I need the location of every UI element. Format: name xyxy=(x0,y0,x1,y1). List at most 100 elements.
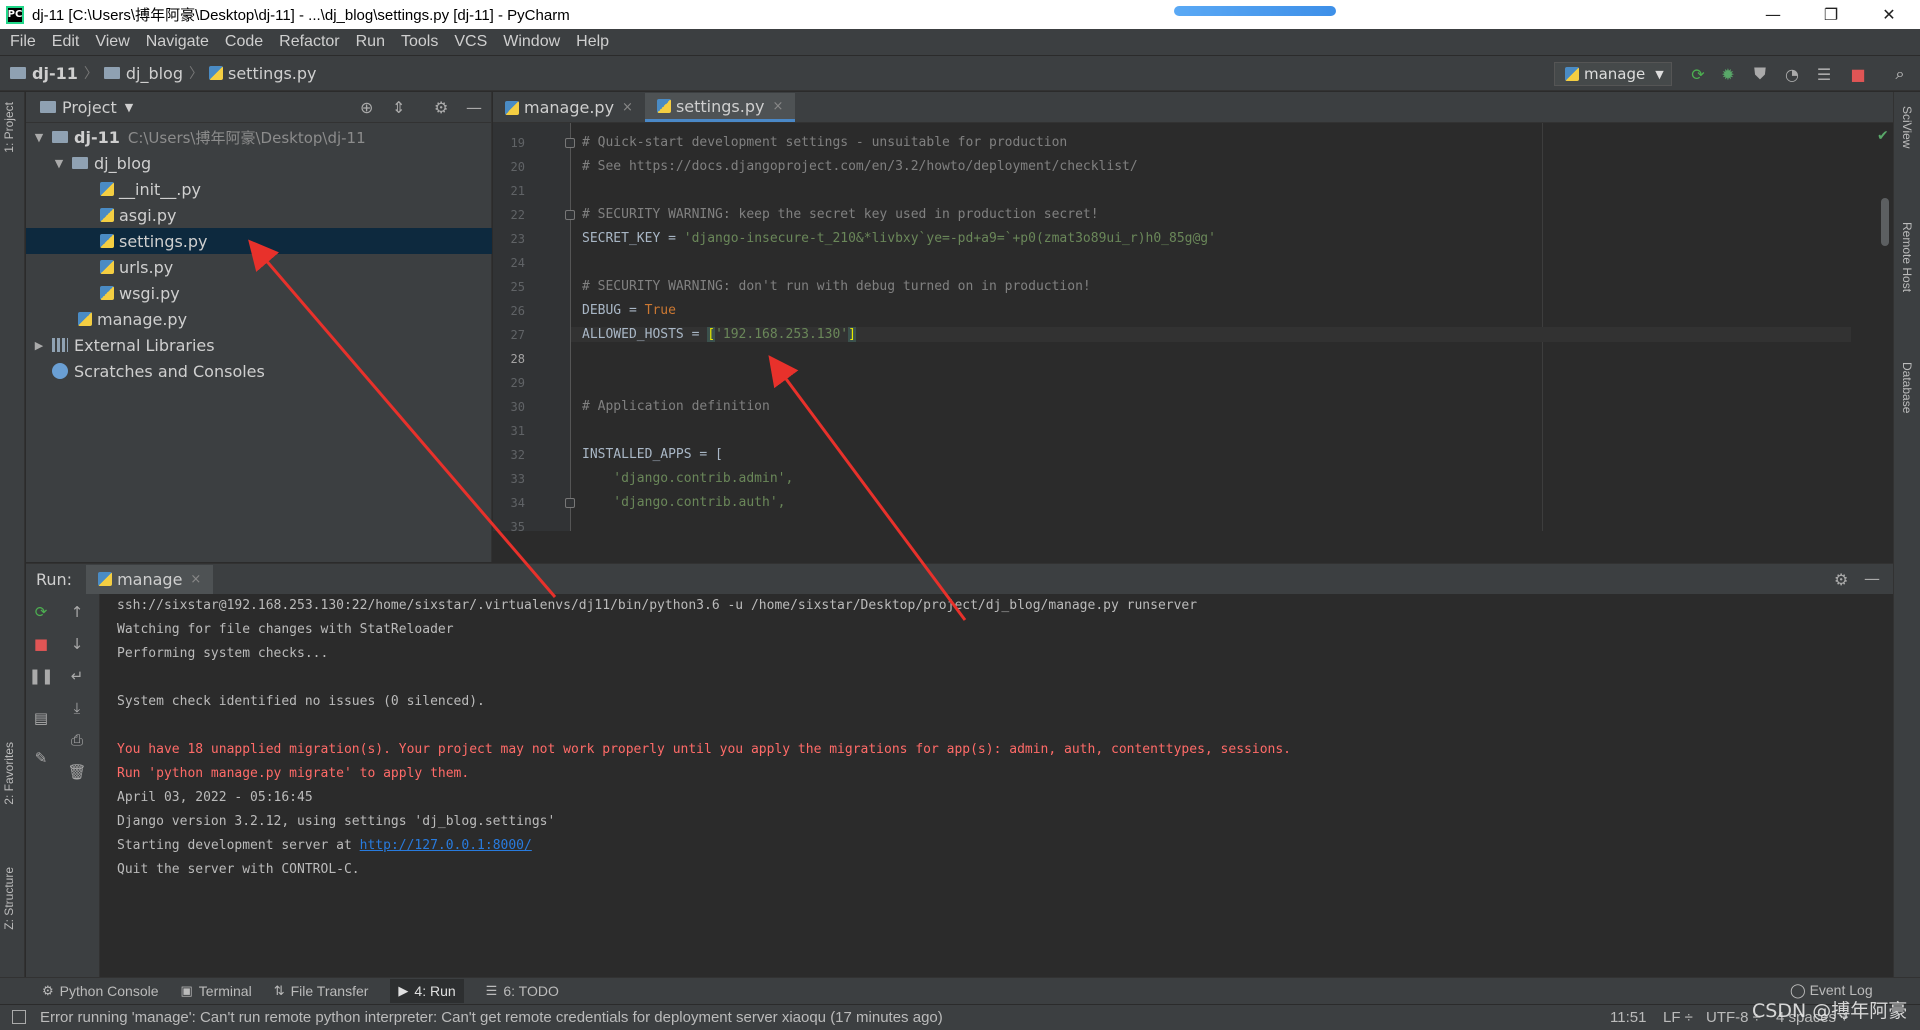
close-icon[interactable]: × xyxy=(772,99,783,114)
menu-window[interactable]: Window xyxy=(495,33,568,51)
coverage-shield-icon[interactable]: ⛊ xyxy=(1750,64,1770,84)
tree-item-urls-py[interactable]: urls.py xyxy=(26,254,492,280)
menu-code[interactable]: Code xyxy=(217,33,271,51)
tab-todo[interactable]: ☰ 6: TODO xyxy=(486,983,559,999)
project-panel-header: Project ▼ ⊕ ⇕ ⚙ — xyxy=(26,92,491,123)
pause-icon[interactable]: ❚❚ xyxy=(28,666,53,686)
tab-file-transfer[interactable]: ⇅ File Transfer xyxy=(274,983,369,999)
code-comment[interactable]: # SECURITY WARNING: keep the secret key … xyxy=(582,207,1099,222)
code-allowed-hosts[interactable]: ALLOWED_HOSTS = ['192.168.253.130'] xyxy=(571,327,1851,342)
minimize-button[interactable]: — xyxy=(1744,0,1802,29)
tree-item-dj-blog[interactable]: ▼ dj_blog xyxy=(26,150,492,176)
server-url-link[interactable]: http://127.0.0.1:8000/ xyxy=(360,838,532,853)
tree-item-wsgi-py[interactable]: wsgi.py xyxy=(26,280,492,306)
code-debug[interactable]: DEBUG = True xyxy=(582,303,676,318)
code-secret-key[interactable]: SECRET_KEY = 'django-insecure-t_210&*liv… xyxy=(582,231,1216,246)
console-line: Quit the server with CONTROL-C. xyxy=(117,862,360,877)
fold-marker-icon[interactable] xyxy=(565,210,575,220)
breadcrumb-project[interactable]: dj-11 xyxy=(32,64,78,83)
restore-button[interactable]: ❐ xyxy=(1802,0,1860,29)
line-separator[interactable]: LF ÷ xyxy=(1663,1009,1693,1026)
tree-item-dj-11[interactable]: ▼ dj-11 C:\Users\搏年阿豪\Desktop\dj-11 xyxy=(26,124,492,150)
search-icon[interactable]: ⌕ xyxy=(1890,64,1910,84)
tab-python-console[interactable]: ⚙ Python Console xyxy=(42,983,159,999)
code-comment[interactable]: # See https://docs.djangoproject.com/en/… xyxy=(582,159,1138,174)
breadcrumb-folder[interactable]: dj_blog xyxy=(126,64,183,83)
debug-bug-icon[interactable]: ✹ xyxy=(1718,64,1738,84)
tab-run[interactable]: ▶ 4: Run xyxy=(390,979,464,1003)
pin-icon[interactable]: ✎ xyxy=(31,748,51,768)
tab-sciview[interactable]: SciView xyxy=(1900,106,1914,148)
status-message[interactable]: Error running 'manage': Can't run remote… xyxy=(40,1009,943,1026)
expand-arrow-icon[interactable]: ▼ xyxy=(32,131,46,144)
code-comment[interactable]: # Quick-start development settings - uns… xyxy=(582,135,1067,150)
project-panel-title[interactable]: Project xyxy=(62,98,117,117)
arrow-down-icon[interactable]: ↓ xyxy=(67,634,87,654)
tab-terminal[interactable]: ▣ Terminal xyxy=(181,983,252,999)
locate-target-icon[interactable]: ⊕ xyxy=(360,98,373,117)
tab-database[interactable]: Database xyxy=(1900,362,1914,413)
tree-item-label: urls.py xyxy=(119,257,174,277)
expand-arrow-icon[interactable]: ▼ xyxy=(52,157,66,170)
menu-edit[interactable]: Edit xyxy=(44,33,88,51)
code-comment[interactable]: # SECURITY WARNING: don't run with debug… xyxy=(582,279,1091,294)
menu-navigate[interactable]: Navigate xyxy=(138,33,217,51)
menu-refactor[interactable]: Refactor xyxy=(271,33,347,51)
menu-view[interactable]: View xyxy=(87,33,137,51)
code-installed-apps[interactable]: INSTALLED_APPS = [ xyxy=(582,447,723,462)
concurrency-icon[interactable]: ☰ xyxy=(1814,64,1834,84)
trash-icon[interactable]: 🗑 xyxy=(67,762,87,782)
editor-scrollbar[interactable] xyxy=(1881,198,1889,246)
tree-item-asgi-py[interactable]: asgi.py xyxy=(26,202,492,228)
tab-structure[interactable]: Z: Structure xyxy=(2,867,16,930)
tab-favorites[interactable]: 2: Favorites xyxy=(2,742,16,805)
chevron-down-icon[interactable]: ▼ xyxy=(125,101,133,114)
code-string[interactable]: 'django.contrib.auth', xyxy=(582,495,785,510)
menu-help[interactable]: Help xyxy=(568,33,617,51)
hide-panel-icon[interactable]: — xyxy=(1864,569,1880,588)
tab-remote-host[interactable]: Remote Host xyxy=(1900,222,1914,292)
rerun-icon[interactable]: ⟳ xyxy=(1688,64,1708,84)
tree-item-manage-py[interactable]: manage.py xyxy=(26,306,492,332)
hide-panel-icon[interactable]: — xyxy=(466,98,482,117)
tab-manage-py[interactable]: manage.py × xyxy=(493,93,645,122)
breadcrumb-file[interactable]: settings.py xyxy=(228,64,317,83)
cursor-position[interactable]: 11:51 xyxy=(1610,1009,1646,1026)
close-window-button[interactable]: ✕ xyxy=(1860,0,1918,29)
fold-marker-icon[interactable] xyxy=(565,498,575,508)
scroll-to-end-icon[interactable]: ⤓ xyxy=(67,698,87,718)
tree-item-init-py[interactable]: __init__.py xyxy=(26,176,492,202)
close-icon[interactable]: × xyxy=(622,100,633,115)
close-icon[interactable]: × xyxy=(190,572,201,587)
status-toggle-icon[interactable] xyxy=(12,1010,26,1024)
menu-tools[interactable]: Tools xyxy=(393,33,446,51)
code-comment[interactable]: # Application definition xyxy=(582,399,770,414)
code-string[interactable]: 'django.contrib.admin', xyxy=(582,471,793,486)
collapse-all-icon[interactable]: ⇕ xyxy=(392,98,405,117)
gear-icon[interactable]: ⚙ xyxy=(434,98,448,117)
layout-icon[interactable]: ▤ xyxy=(31,708,51,728)
tab-project[interactable]: 1: Project xyxy=(2,102,16,153)
line-number: 23 xyxy=(510,232,525,246)
rerun-icon[interactable]: ⟳ xyxy=(31,602,51,622)
stop-icon[interactable]: ■ xyxy=(31,634,51,654)
tab-settings-py[interactable]: settings.py × xyxy=(644,93,796,122)
python-file-icon xyxy=(100,182,114,196)
gear-icon[interactable]: ⚙ xyxy=(1834,570,1848,589)
profile-icon[interactable]: ◔ xyxy=(1782,64,1802,84)
expand-arrow-icon[interactable]: ▶ xyxy=(32,339,46,352)
soft-wrap-icon[interactable]: ↵ xyxy=(67,666,87,686)
run-tab-manage[interactable]: manage × xyxy=(86,564,214,594)
fold-marker-icon[interactable] xyxy=(565,138,575,148)
menu-run[interactable]: Run xyxy=(348,33,393,51)
arrow-up-icon[interactable]: ↑ xyxy=(67,602,87,622)
stop-icon[interactable]: ■ xyxy=(1848,64,1868,84)
tree-item-scratches[interactable]: Scratches and Consoles xyxy=(26,358,492,384)
run-configuration-dropdown[interactable]: manage ▼ xyxy=(1554,62,1672,86)
tree-item-external-libraries[interactable]: ▶ External Libraries xyxy=(26,332,492,358)
tree-item-settings-py[interactable]: settings.py xyxy=(26,228,492,254)
menu-vcs[interactable]: VCS xyxy=(446,33,495,51)
menu-file[interactable]: File xyxy=(2,33,44,51)
run-console[interactable]: ssh://sixstar@192.168.253.130:22/home/si… xyxy=(101,594,1893,977)
print-icon[interactable]: ⎙ xyxy=(67,730,87,750)
